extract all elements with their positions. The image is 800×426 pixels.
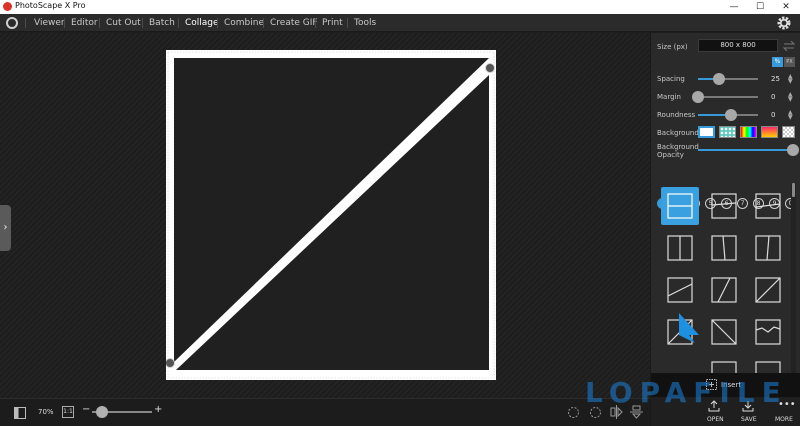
template-vertical-split-tilted[interactable] bbox=[705, 229, 743, 267]
collage-canvas[interactable] bbox=[166, 50, 496, 380]
zoom-slider-knob[interactable] bbox=[96, 406, 108, 418]
watermark: LOPAFILE bbox=[585, 376, 788, 409]
template-grid bbox=[651, 183, 791, 373]
background-opacity-label-line2: Opacity bbox=[657, 151, 684, 159]
background-gradient-swatch[interactable] bbox=[761, 126, 778, 138]
background-pattern-swatch[interactable] bbox=[719, 126, 736, 138]
background-opacity-label-line1: Background bbox=[657, 143, 699, 151]
opacity-slider-fill bbox=[698, 149, 793, 151]
template-scrollbar-thumb[interactable] bbox=[792, 183, 795, 197]
settings-gear-icon[interactable] bbox=[776, 15, 792, 31]
menu-cut-out[interactable]: Cut Out bbox=[106, 14, 141, 32]
spacing-slider-knob[interactable] bbox=[713, 73, 725, 85]
background-color-picker-swatch[interactable] bbox=[740, 126, 757, 138]
template-diagonal-backslash[interactable] bbox=[705, 313, 743, 351]
menu-separator bbox=[25, 18, 26, 28]
background-opacity-label: Background Opacity bbox=[657, 143, 699, 159]
template-diagonal-shallow[interactable] bbox=[661, 271, 699, 309]
menu-separator bbox=[178, 18, 179, 28]
rotate-left-icon[interactable] bbox=[567, 406, 580, 419]
title-bar: PhotoScape X Pro — ☐ ✕ bbox=[0, 0, 800, 14]
spacing-value[interactable]: 25 bbox=[771, 75, 780, 83]
collage-settings-panel: Size (px) 800 x 800 % PX Spacing 25 ▲ ▼ M… bbox=[650, 33, 800, 426]
background-white-swatch[interactable] bbox=[698, 126, 715, 138]
template-diagonal-corner[interactable] bbox=[749, 271, 787, 309]
zoom-in-button[interactable]: + bbox=[154, 404, 162, 415]
swap-size-icon[interactable] bbox=[783, 41, 795, 51]
panel-toggle-icon[interactable] bbox=[14, 407, 26, 419]
menu-tools[interactable]: Tools bbox=[354, 14, 376, 32]
divider-handle-bottom[interactable] bbox=[166, 358, 175, 368]
close-button[interactable]: ✕ bbox=[774, 0, 798, 14]
menu-viewer[interactable]: Viewer bbox=[34, 14, 65, 32]
template-extra-2[interactable] bbox=[749, 355, 787, 373]
spacing-label: Spacing bbox=[657, 75, 685, 83]
save-button[interactable]: SAVE bbox=[741, 416, 757, 423]
roundness-slider-knob[interactable] bbox=[725, 109, 737, 121]
menu-collage[interactable]: Collage bbox=[185, 14, 219, 32]
menu-batch[interactable]: Batch bbox=[149, 14, 175, 32]
minimize-button[interactable]: — bbox=[722, 0, 746, 14]
roundness-stepper[interactable]: ▲ ▼ bbox=[788, 110, 793, 121]
margin-label: Margin bbox=[657, 93, 681, 101]
menu-separator bbox=[315, 18, 316, 28]
pointer-cursor-icon bbox=[679, 313, 699, 343]
open-button[interactable]: OPEN bbox=[707, 416, 724, 423]
menu-print[interactable]: Print bbox=[322, 14, 343, 32]
menu-create-gif[interactable]: Create GIF bbox=[270, 14, 318, 32]
window-title: PhotoScape X Pro bbox=[15, 1, 86, 10]
expand-left-panel-button[interactable]: › bbox=[0, 205, 11, 251]
unit-px-toggle[interactable]: PX bbox=[784, 57, 795, 67]
margin-value[interactable]: 0 bbox=[771, 93, 775, 101]
menu-separator bbox=[263, 18, 264, 28]
home-logo-icon[interactable] bbox=[6, 17, 18, 29]
menu-separator bbox=[347, 18, 348, 28]
menu-separator bbox=[217, 18, 218, 28]
actual-size-button[interactable]: 1:1 bbox=[62, 406, 74, 418]
background-transparent-swatch[interactable] bbox=[782, 126, 795, 138]
divider-handle-top[interactable] bbox=[485, 63, 495, 73]
menu-separator bbox=[99, 18, 100, 28]
margin-slider-track[interactable] bbox=[698, 96, 758, 98]
template-horizontal-split-tilted[interactable] bbox=[749, 187, 787, 225]
zoom-out-button[interactable]: − bbox=[82, 404, 90, 415]
margin-stepper[interactable]: ▲ ▼ bbox=[788, 92, 793, 103]
opacity-slider-knob[interactable] bbox=[787, 144, 799, 156]
zoom-level: 70% bbox=[38, 408, 54, 416]
size-input[interactable]: 800 x 800 bbox=[698, 39, 778, 52]
template-diagonal-steep[interactable] bbox=[705, 271, 743, 309]
unit-percent-toggle[interactable]: % bbox=[772, 57, 783, 67]
roundness-value[interactable]: 0 bbox=[771, 111, 775, 119]
template-horizontal-split[interactable] bbox=[661, 187, 699, 225]
menu-separator bbox=[142, 18, 143, 28]
menu-combine[interactable]: Combine bbox=[224, 14, 264, 32]
template-vertical-split[interactable] bbox=[661, 229, 699, 267]
app-logo-icon bbox=[3, 2, 12, 11]
menu-editor[interactable]: Editor bbox=[71, 14, 98, 32]
template-extra-1[interactable] bbox=[705, 355, 743, 373]
menu-bar: Viewer Editor Cut Out Batch Collage Comb… bbox=[0, 14, 800, 32]
margin-slider-knob[interactable] bbox=[692, 91, 704, 103]
more-button[interactable]: MORE bbox=[775, 416, 793, 423]
bottom-toolbar: 70% 1:1 − + bbox=[0, 398, 650, 426]
background-label: Background bbox=[657, 129, 699, 137]
template-scrollbar[interactable] bbox=[791, 183, 796, 373]
template-wave-split[interactable] bbox=[749, 313, 787, 351]
menu-separator bbox=[64, 18, 65, 28]
roundness-label: Roundness bbox=[657, 111, 696, 119]
size-label: Size (px) bbox=[657, 43, 688, 51]
spacing-stepper[interactable]: ▲ ▼ bbox=[788, 74, 793, 85]
template-vertical-split-alt[interactable] bbox=[749, 229, 787, 267]
maximize-button[interactable]: ☐ bbox=[748, 0, 772, 14]
template-horizontal-split-low[interactable] bbox=[705, 187, 743, 225]
